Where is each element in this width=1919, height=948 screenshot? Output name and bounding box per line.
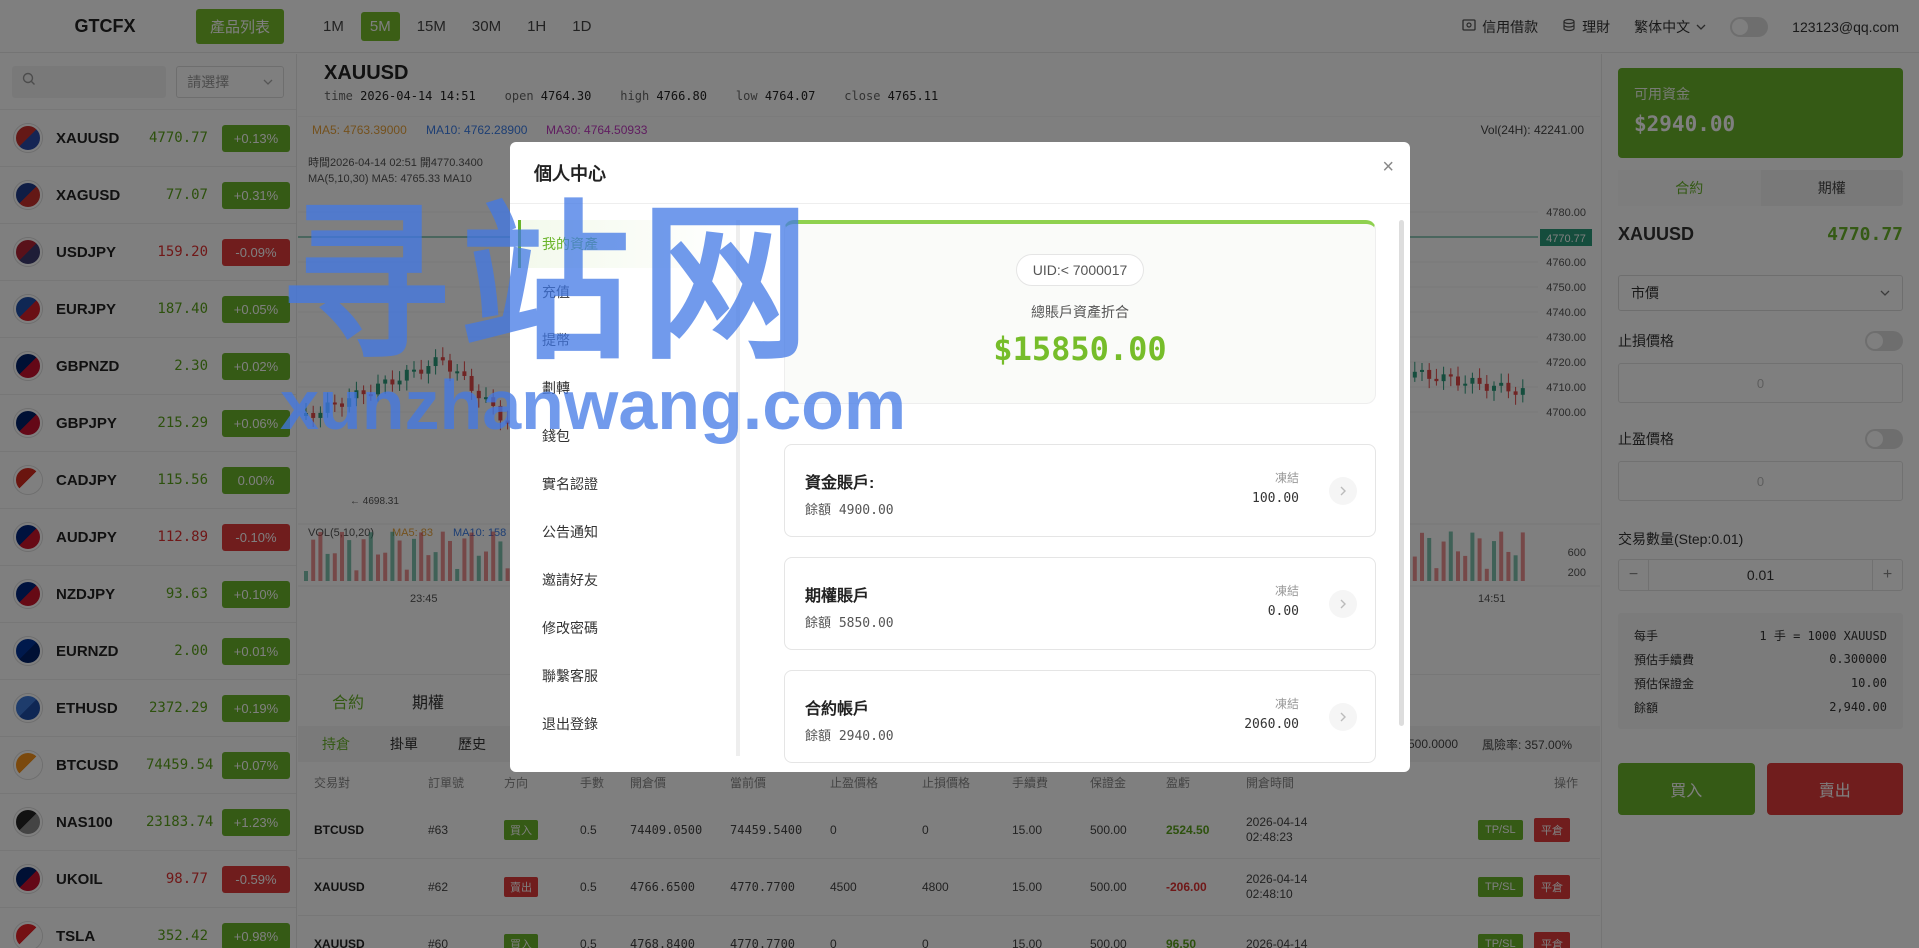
personal-center-modal: 個人中心 × 我的資產 充值 提幣 劃轉 錢包 實名認證 公告通知 邀請好友 修改密碼 聯繫客服退…: [510, 142, 1410, 772]
account-name: 期權賬戶: [805, 588, 870, 605]
account-name: 資金賬戶:: [805, 475, 875, 492]
account-card[interactable]: 合約帳戶餘額 2940.00 凍結 2060.00: [784, 670, 1376, 763]
modal-title: 個人中心: [510, 142, 1410, 204]
chevron-right-icon[interactable]: [1329, 477, 1357, 505]
account-list: 資金賬戶: 餘額 4900.00 凍結 100.00 期權賬戶餘額 5850.00 凍結 0…: [772, 444, 1382, 763]
frozen-label: 凍結: [1274, 471, 1299, 485]
modal-nav-item[interactable]: 劃轉: [518, 364, 736, 412]
account-card[interactable]: 資金賬戶: 餘額 4900.00 凍結 100.00: [784, 444, 1376, 537]
modal-nav-item[interactable]: 提幣: [518, 316, 736, 364]
modal-nav-item[interactable]: 充值: [518, 268, 736, 316]
account-balance: 餘額 5850.00: [805, 616, 894, 631]
account-balance: 餘額 2940.00: [805, 729, 894, 744]
modal-nav-item[interactable]: 修改密碼: [518, 604, 736, 652]
modal-body: UID:< 7000017 總賬戶資產折合 $15850.00 資金賬戶: 餘額 …: [772, 220, 1382, 772]
total-asset-card: UID:< 7000017 總賬戶資產折合 $15850.00: [784, 220, 1376, 404]
account-balance: 餘額 4900.00: [805, 503, 894, 518]
frozen-label: 凍結: [1274, 584, 1299, 598]
frozen-value: 2060.00: [1244, 717, 1299, 732]
account-card[interactable]: 期權賬戶餘額 5850.00 凍結 0.00: [784, 557, 1376, 650]
modal-nav-item[interactable]: 公告通知: [518, 508, 736, 556]
modal-nav: 我的資產 充值 提幣 劃轉 錢包 實名認證 公告通知 邀請好友 修改密碼 聯繫客服 退出登錄: [518, 220, 740, 756]
modal-nav-item[interactable]: 我的資產: [518, 220, 736, 268]
total-asset-value: $15850.00: [993, 330, 1167, 368]
modal-nav-item[interactable]: 實名認證: [518, 460, 736, 508]
modal-nav-item[interactable]: 錢包: [518, 412, 736, 460]
frozen-label: 凍結: [1274, 697, 1299, 711]
total-asset-label: 總賬戶資產折合: [1031, 304, 1129, 320]
chevron-right-icon[interactable]: [1329, 590, 1357, 618]
frozen-value: 0.00: [1267, 604, 1299, 619]
uid-badge: UID:< 7000017: [1015, 254, 1145, 286]
modal-nav-item[interactable]: 退出登錄: [518, 700, 736, 748]
modal-nav-item[interactable]: 邀請好友: [518, 556, 736, 604]
chevron-right-icon[interactable]: [1329, 703, 1357, 731]
modal-nav-item[interactable]: 聯繫客服: [518, 652, 736, 700]
modal-scrollbar[interactable]: [1399, 220, 1404, 726]
close-icon[interactable]: ×: [1382, 156, 1394, 179]
account-name: 合約帳戶: [805, 701, 870, 718]
frozen-value: 100.00: [1252, 491, 1299, 506]
